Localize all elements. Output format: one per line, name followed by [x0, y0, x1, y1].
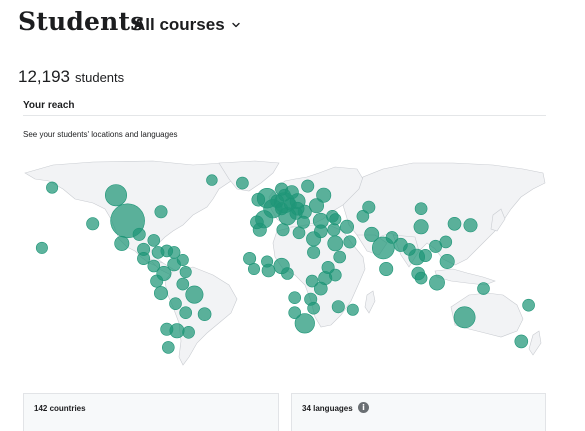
student-location-bubble[interactable] — [477, 282, 490, 295]
student-location-bubble[interactable] — [385, 231, 399, 244]
student-location-bubble[interactable] — [132, 227, 146, 241]
world-map[interactable] — [23, 159, 546, 370]
languages-card[interactable]: 34 languages i — [291, 393, 546, 431]
student-location-bubble[interactable] — [288, 291, 302, 304]
student-location-bubble[interactable] — [283, 197, 297, 211]
student-location-bubble[interactable] — [327, 223, 341, 237]
countries-card[interactable]: 142 countries — [23, 393, 279, 431]
student-location-bubble[interactable] — [333, 250, 347, 264]
section-divider — [23, 115, 546, 116]
student-location-bubble[interactable] — [331, 300, 345, 314]
student-location-bubble[interactable] — [35, 241, 48, 254]
student-count: 12,193 students — [18, 67, 124, 87]
student-location-bubble[interactable] — [418, 249, 432, 263]
student-location-bubble[interactable] — [169, 297, 182, 310]
student-location-bubble[interactable] — [250, 215, 264, 230]
student-location-bubble[interactable] — [248, 263, 261, 276]
student-location-bubble[interactable] — [114, 235, 130, 251]
student-location-bubble[interactable] — [343, 235, 357, 249]
course-filter-label: All courses — [133, 15, 225, 34]
world-map-svg — [24, 160, 546, 366]
student-count-number: 12,193 — [18, 67, 70, 86]
student-location-bubble[interactable] — [185, 285, 204, 304]
student-location-bubble[interactable] — [339, 219, 354, 234]
student-location-bubble[interactable] — [403, 243, 416, 256]
student-location-bubble[interactable] — [243, 252, 257, 266]
student-count-unit: students — [75, 70, 125, 85]
student-location-bubble[interactable] — [379, 262, 394, 277]
student-location-bubble[interactable] — [46, 181, 59, 194]
student-location-bubble[interactable] — [261, 255, 274, 268]
countries-label: 142 countries — [34, 404, 86, 413]
student-location-bubble[interactable] — [328, 268, 342, 282]
course-filter-dropdown[interactable]: All courses — [133, 15, 241, 35]
student-location-bubble[interactable] — [414, 202, 428, 216]
student-location-bubble[interactable] — [522, 298, 535, 312]
student-location-bubble[interactable] — [439, 254, 455, 270]
student-location-bubble[interactable] — [162, 341, 175, 354]
student-location-bubble[interactable] — [301, 179, 315, 193]
landmass-madagascar — [364, 290, 376, 314]
student-location-bubble[interactable] — [281, 267, 294, 280]
student-location-bubble[interactable] — [137, 252, 151, 266]
student-location-bubble[interactable] — [176, 254, 189, 267]
landmass-greenland — [218, 160, 280, 192]
student-location-bubble[interactable] — [176, 277, 190, 291]
student-location-bubble[interactable] — [147, 234, 161, 247]
student-location-bubble[interactable] — [86, 217, 100, 231]
reach-section-title: Your reach — [23, 100, 75, 111]
chevron-down-icon — [231, 22, 240, 28]
student-location-bubble[interactable] — [364, 226, 380, 242]
page-title: Students — [18, 7, 145, 36]
student-location-bubble[interactable] — [288, 306, 302, 319]
reach-description: See your students' locations and languag… — [23, 130, 178, 139]
student-location-bubble[interactable] — [292, 226, 306, 240]
student-location-bubble[interactable] — [327, 235, 344, 252]
student-location-bubble[interactable] — [251, 192, 266, 207]
info-icon[interactable]: i — [358, 402, 369, 413]
student-location-bubble[interactable] — [463, 218, 478, 233]
student-location-bubble[interactable] — [447, 217, 462, 231]
student-location-bubble[interactable] — [414, 271, 428, 285]
student-location-bubble[interactable] — [182, 326, 195, 339]
languages-label: 34 languages — [302, 404, 353, 413]
student-location-bubble[interactable] — [206, 174, 218, 186]
student-location-bubble[interactable] — [439, 235, 453, 249]
student-location-bubble[interactable] — [346, 303, 359, 316]
student-location-bubble[interactable] — [197, 307, 212, 321]
student-location-bubble[interactable] — [429, 274, 445, 291]
student-location-bubble[interactable] — [150, 274, 164, 288]
student-location-bubble[interactable] — [413, 219, 429, 235]
student-location-bubble[interactable] — [147, 259, 161, 273]
landmass-new-zealand — [528, 330, 542, 356]
student-location-bubble[interactable] — [356, 209, 370, 223]
student-location-bubble[interactable] — [276, 223, 290, 237]
student-location-bubble[interactable] — [160, 322, 174, 336]
student-location-bubble[interactable] — [453, 306, 476, 329]
student-location-bubble[interactable] — [236, 176, 249, 190]
student-location-bubble[interactable] — [313, 224, 328, 239]
student-location-bubble[interactable] — [307, 301, 320, 315]
student-location-bubble[interactable] — [305, 274, 319, 288]
student-location-bubble[interactable] — [307, 245, 321, 259]
student-location-bubble[interactable] — [154, 286, 169, 301]
student-location-bubble[interactable] — [179, 306, 192, 319]
student-location-bubble[interactable] — [179, 266, 192, 279]
student-location-bubble[interactable] — [105, 184, 128, 207]
student-location-bubble[interactable] — [160, 244, 174, 258]
student-location-bubble[interactable] — [329, 213, 342, 226]
student-location-bubble[interactable] — [514, 334, 529, 349]
student-location-bubble[interactable] — [154, 205, 168, 219]
